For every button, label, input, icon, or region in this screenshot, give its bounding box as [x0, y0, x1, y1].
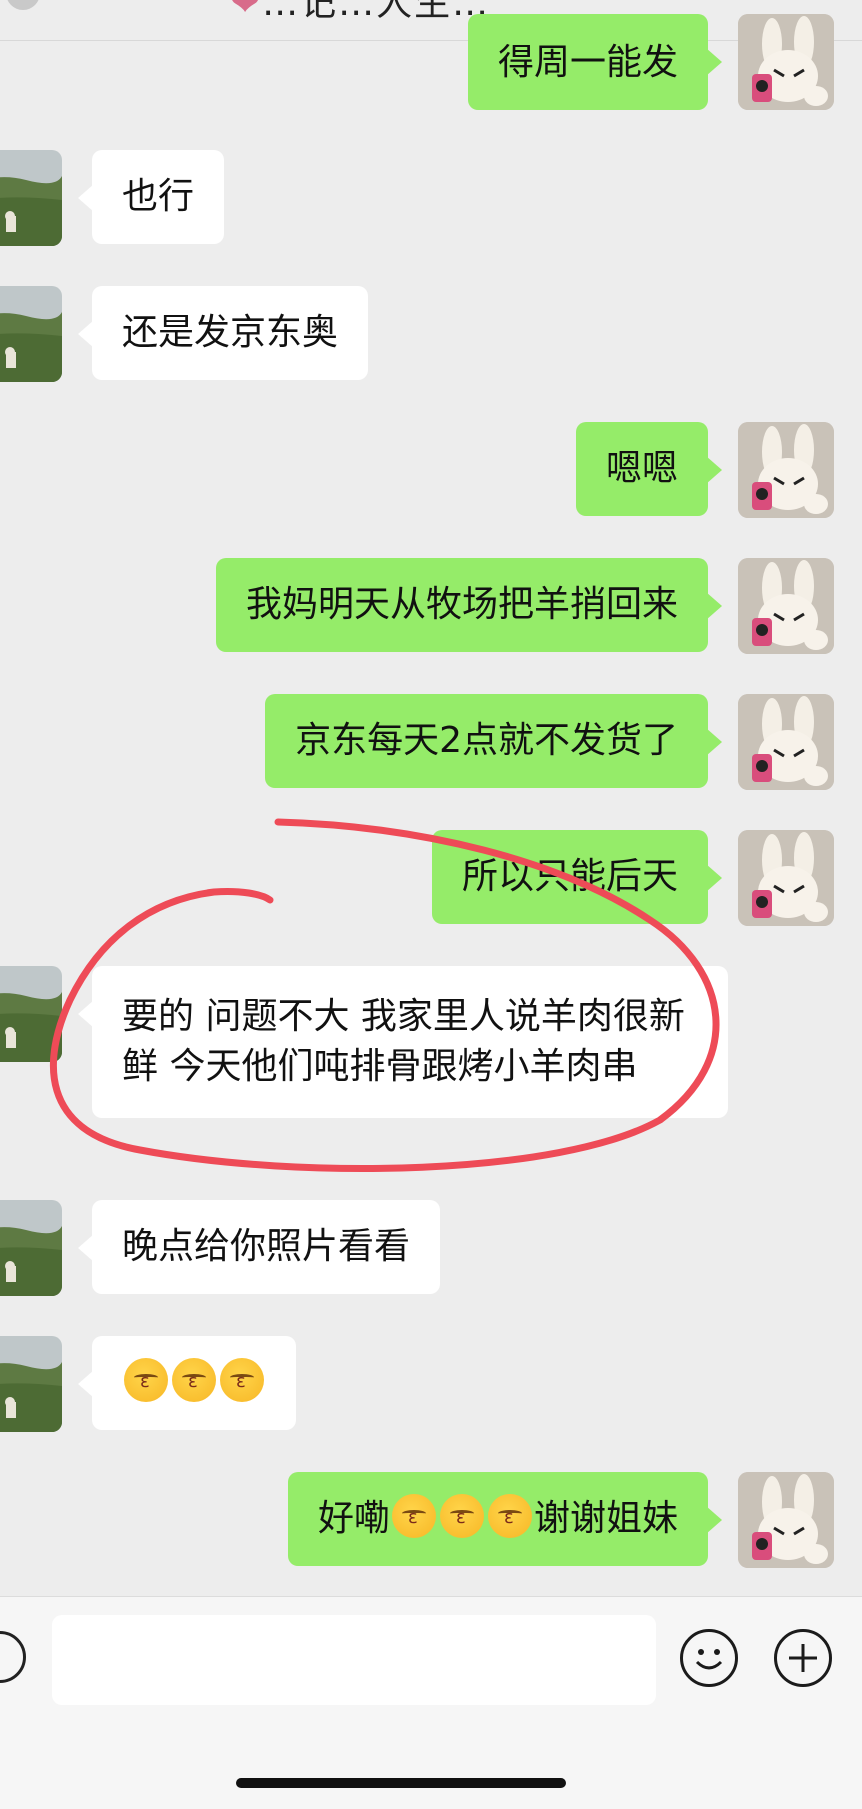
bunny-avatar-icon	[738, 1472, 834, 1568]
message-input[interactable]	[52, 1615, 656, 1705]
contact-avatar[interactable]	[0, 1336, 62, 1432]
message-row: 得周一能发	[0, 0, 862, 110]
bunny-avatar-icon	[738, 694, 834, 790]
message-bubble-mine[interactable]: 得周一能发	[467, 14, 723, 110]
message-bubble-theirs[interactable]: 要的 问题不大 我家里人说羊肉很新鲜 今天他们吨排骨跟烤小羊肉串	[78, 966, 728, 1118]
grassland-avatar-icon	[0, 966, 62, 1062]
kissing-face-icon	[124, 1358, 168, 1402]
kissing-face-icon	[220, 1358, 264, 1402]
my-avatar[interactable]	[738, 1472, 834, 1568]
plus-icon[interactable]	[774, 1629, 832, 1687]
contact-avatar[interactable]	[0, 150, 62, 246]
message-bubble-mine[interactable]: 所以只能后天	[431, 830, 723, 924]
message-bubble-theirs[interactable]: 晚点给你照片看看	[77, 1200, 441, 1294]
grassland-avatar-icon	[0, 286, 62, 382]
input-bar	[0, 1596, 862, 1809]
contact-avatar[interactable]	[0, 966, 62, 1062]
my-avatar[interactable]	[738, 14, 834, 110]
kissing-face-icon	[172, 1358, 216, 1402]
plus-shape	[789, 1644, 817, 1672]
grassland-avatar-icon	[0, 1200, 62, 1296]
home-indicator	[236, 1778, 566, 1788]
message-bubble-mine[interactable]: 京东每天2点就不发货了	[265, 694, 722, 788]
message-text: 谢谢姐妹	[533, 1498, 678, 1539]
my-avatar[interactable]	[738, 558, 834, 654]
bunny-avatar-icon	[738, 422, 834, 518]
kissing-face-icon	[487, 1494, 532, 1538]
my-avatar[interactable]	[738, 694, 834, 790]
message-bubble-theirs[interactable]	[78, 1336, 296, 1430]
bunny-avatar-icon	[738, 558, 834, 654]
smiley-icon[interactable]	[680, 1629, 738, 1687]
my-avatar[interactable]	[738, 422, 834, 518]
message-bubble-mine[interactable]: 嗯嗯	[575, 422, 723, 516]
message-text: 好嘞	[317, 1498, 390, 1539]
smiley-face-shape	[695, 1649, 723, 1670]
message-bubble-mine[interactable]: 我妈明天从牧场把羊捎回来	[215, 558, 723, 652]
voice-icon[interactable]	[0, 1631, 26, 1683]
kissing-face-icon	[439, 1494, 484, 1538]
message-bubble-mine[interactable]: 好嘞 谢谢姐妹	[287, 1472, 723, 1566]
grassland-avatar-icon	[0, 1336, 62, 1432]
message-bubble-theirs[interactable]: 也行	[77, 150, 225, 244]
contact-avatar[interactable]	[0, 286, 62, 382]
bunny-avatar-icon	[738, 14, 834, 110]
kissing-face-icon	[391, 1494, 436, 1538]
grassland-avatar-icon	[0, 150, 62, 246]
message-bubble-theirs[interactable]: 还是发京东奥	[77, 286, 369, 380]
contact-avatar[interactable]	[0, 1200, 62, 1296]
my-avatar[interactable]	[738, 830, 834, 926]
bunny-avatar-icon	[738, 830, 834, 926]
